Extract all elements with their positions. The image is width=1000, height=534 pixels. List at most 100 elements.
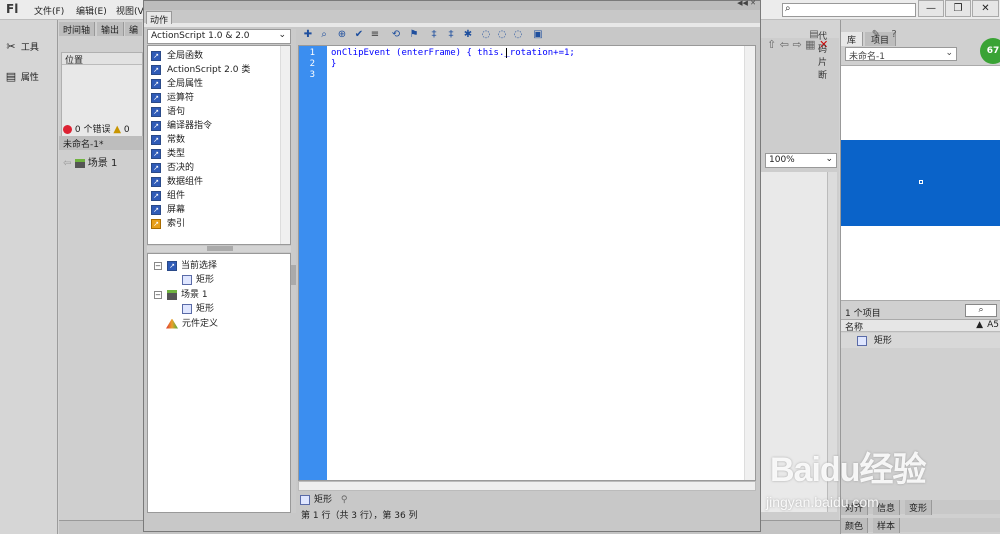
remove-comment-icon[interactable]: ◌: [512, 29, 524, 41]
collapse-icon[interactable]: −: [154, 261, 162, 270]
zoom-select[interactable]: 100% ⌄: [765, 153, 837, 168]
line-number: 1: [309, 48, 315, 58]
stage-scrollbar[interactable]: [827, 172, 837, 512]
category-item[interactable]: ↗ 常数: [151, 132, 185, 145]
debug-options-icon[interactable]: ⚑: [408, 29, 420, 41]
registration-point: [919, 180, 923, 184]
menu-edit[interactable]: 编辑(E): [76, 4, 107, 17]
code-snippets-button[interactable]: 代码片断: [818, 29, 827, 81]
library-search[interactable]: ⌕: [965, 304, 997, 317]
search-icon: ⌕: [785, 3, 791, 14]
tree-scene[interactable]: − 场景 1: [154, 287, 208, 300]
stage-canvas[interactable]: [761, 172, 831, 512]
tree-current-child[interactable]: 矩形: [182, 272, 214, 285]
library-item[interactable]: 矩形: [841, 333, 1000, 348]
auto-format-icon[interactable]: ≡: [369, 29, 381, 41]
up-arrow-icon[interactable]: ⇧: [767, 38, 776, 51]
target-icon[interactable]: ⊕: [336, 29, 348, 41]
properties-button[interactable]: ▤ 属性: [4, 70, 54, 86]
category-item[interactable]: ↗ 否决的: [151, 160, 194, 173]
left-arrow-icon[interactable]: ⇦: [780, 38, 789, 51]
check-syntax-icon[interactable]: ✔: [353, 29, 365, 41]
script-editor[interactable]: 1 2 3 onClipEvent (enterFrame) { this._r…: [298, 45, 756, 481]
actionscript-version-select[interactable]: ActionScript 1.0 & 2.0 ⌄: [147, 29, 291, 44]
scene-breadcrumb[interactable]: ⇦ 场景 1: [63, 154, 117, 169]
category-item[interactable]: ↗ 类型: [151, 146, 185, 159]
horizontal-splitter[interactable]: [147, 246, 291, 252]
toolbox-scrollbar[interactable]: [280, 46, 290, 244]
code-hint-icon[interactable]: ⟲: [390, 29, 402, 41]
book-icon: ↗: [151, 92, 161, 103]
tab-output[interactable]: 输出: [97, 22, 125, 36]
right-arrow-icon[interactable]: ⇨: [792, 38, 801, 51]
tools-button[interactable]: ✂ 工具: [4, 40, 54, 56]
wand-icon[interactable]: ✎: [870, 29, 882, 41]
code-line: onClipEvent (enterFrame) { this._rotatio…: [331, 48, 575, 58]
vertical-splitter[interactable]: [291, 29, 296, 513]
pin-icon[interactable]: ⚲: [341, 495, 348, 505]
category-item[interactable]: ↗ 编译器指令: [151, 118, 212, 131]
splitter-handle[interactable]: [207, 246, 233, 251]
menu-file[interactable]: 文件(F): [34, 4, 64, 17]
library-column-header[interactable]: 名称 ▲ A5: [841, 319, 1000, 333]
category-label: 否决的: [167, 163, 195, 173]
category-item[interactable]: ↗ ActionScript 2.0 类: [151, 62, 250, 75]
category-item[interactable]: ↗ 语句: [151, 104, 185, 117]
book-icon: ↗: [151, 120, 161, 131]
collapse-icon[interactable]: ◀◀ ✕: [737, 0, 756, 7]
tree-scene-child[interactable]: 矩形: [182, 301, 214, 314]
category-item[interactable]: ↗ 全局属性: [151, 76, 203, 89]
actions-toolbar: ✚ ⌕ ⊕ ✔ ≡ ⟲ ⚑ ‡ ‡ ✱ ◌ ◌ ◌ ▣ ▤ 代码片断 ✎ ?: [298, 27, 897, 81]
block-comment-icon[interactable]: ◌: [480, 29, 492, 41]
scene-icon: [167, 289, 177, 300]
book-icon: ↗: [167, 260, 177, 271]
category-item[interactable]: ↗ 运算符: [151, 90, 194, 103]
tree-symbol-defs[interactable]: 元件定义: [166, 316, 218, 329]
close-window-button[interactable]: ✕: [972, 0, 999, 17]
tab-swatches[interactable]: 样本: [873, 518, 901, 533]
tree-current-selection[interactable]: − ↗ 当前选择: [154, 258, 217, 271]
collapse-between-icon[interactable]: ‡: [428, 29, 440, 41]
code-line: }: [331, 59, 337, 69]
collapse-selection-icon[interactable]: ‡: [445, 29, 457, 41]
book-icon: ↗: [151, 176, 161, 187]
category-item[interactable]: ↗ 索引: [151, 216, 185, 229]
properties-icon: ▤: [5, 70, 17, 83]
minimize-button[interactable]: —: [918, 0, 944, 17]
splitter-handle[interactable]: [291, 265, 296, 285]
toolbox-toggle-icon[interactable]: ▣: [532, 29, 544, 41]
tab-actions[interactable]: 动作: [146, 11, 172, 26]
tab-color[interactable]: 颜色: [841, 518, 869, 533]
document-tab[interactable]: 未命名-1*: [59, 136, 143, 150]
category-item[interactable]: ↗ 全局函数: [151, 48, 203, 61]
warning-icon: ▲: [113, 124, 122, 135]
tab-library[interactable]: 库: [841, 32, 864, 46]
expand-all-icon[interactable]: ✱: [462, 29, 474, 41]
category-item[interactable]: ↗ 组件: [151, 188, 185, 201]
category-item[interactable]: ↗ 屏幕: [151, 202, 185, 215]
add-item-icon[interactable]: ✚: [302, 29, 314, 41]
script-tab[interactable]: 矩形: [314, 495, 332, 505]
cursor-status: 第 1 行（共 3 行），第 36 列: [301, 511, 418, 521]
restore-button[interactable]: ❐: [945, 0, 971, 17]
find-icon[interactable]: ⌕: [318, 29, 330, 41]
tab-compiler[interactable]: 编: [125, 22, 143, 36]
tab-align[interactable]: 对齐: [841, 500, 869, 515]
tab-transform[interactable]: 变形: [905, 500, 933, 515]
tab-info[interactable]: 信息: [873, 500, 901, 515]
editor-hscrollbar[interactable]: [298, 481, 756, 491]
help-icon[interactable]: ?: [888, 29, 900, 41]
tools-label: 工具: [20, 43, 39, 53]
panel-titlebar[interactable]: ◀◀ ✕: [144, 0, 760, 10]
line-comment-icon[interactable]: ◌: [496, 29, 508, 41]
menu-view[interactable]: 视图(V: [116, 4, 144, 17]
category-label: 编译器指令: [167, 121, 213, 131]
tab-timeline[interactable]: 时间轴: [59, 22, 96, 36]
editor-scrollbar[interactable]: [744, 46, 755, 480]
collapse-icon[interactable]: −: [154, 290, 162, 299]
library-document-select[interactable]: 未命名-1 ⌄: [845, 47, 957, 62]
back-arrow-icon: ⇦: [63, 158, 72, 169]
tree-label: 当前选择: [181, 261, 218, 271]
help-search-input[interactable]: ⌕: [782, 3, 916, 17]
category-item[interactable]: ↗ 数据组件: [151, 174, 203, 187]
